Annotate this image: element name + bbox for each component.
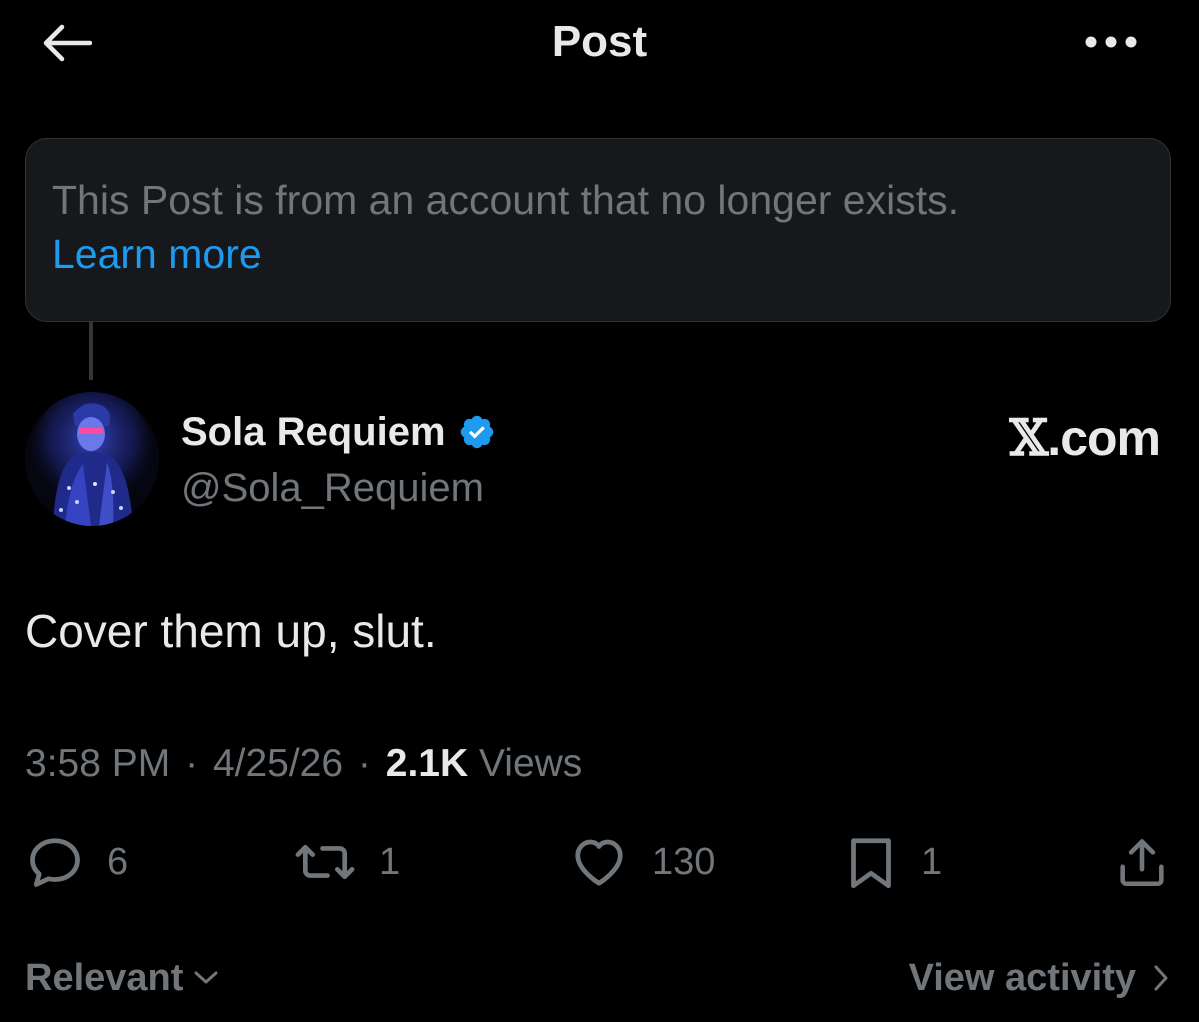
view-activity-label: View activity xyxy=(908,956,1136,999)
notice-text: This Post is from an account that no lon… xyxy=(52,177,959,223)
views-count[interactable]: 2.1K xyxy=(386,742,468,785)
like-button[interactable]: 130 xyxy=(568,830,715,894)
action-bar: 6 1 130 1 xyxy=(25,830,1171,894)
page-title: Post xyxy=(551,17,648,66)
author-display-name[interactable]: Sola Requiem xyxy=(181,410,446,455)
post-text: Cover them up, slut. xyxy=(25,605,437,657)
bookmark-button[interactable]: 1 xyxy=(843,830,942,894)
learn-more-link[interactable]: Learn more xyxy=(52,227,262,281)
view-activity-button[interactable]: View activity xyxy=(880,950,1170,1006)
author-name-row: Sola Requiem xyxy=(181,404,496,460)
reply-count: 6 xyxy=(107,840,129,883)
share-icon xyxy=(1120,839,1164,887)
avatar-image xyxy=(25,392,159,526)
repost-count: 1 xyxy=(379,840,401,883)
x-com-text: .com xyxy=(1047,410,1161,466)
reply-icon xyxy=(30,838,80,887)
more-dots-icon xyxy=(1085,36,1137,48)
post-meta: 3:58 PM · 4/25/26 · 2.1K Views xyxy=(25,738,582,790)
avatar[interactable] xyxy=(25,392,159,526)
bookmark-icon xyxy=(851,838,891,889)
meta-separator: · xyxy=(357,742,371,785)
heart-icon xyxy=(575,839,623,886)
author-handle[interactable]: @Sola_Requiem xyxy=(181,462,484,514)
meta-separator: · xyxy=(185,742,199,785)
repost-button[interactable]: 1 xyxy=(293,830,400,894)
x-logo-glyph: 𝕏 xyxy=(1009,408,1049,467)
verified-badge-icon xyxy=(460,415,493,449)
like-count: 130 xyxy=(652,840,716,883)
sort-label: Relevant xyxy=(25,956,184,999)
views-label: Views xyxy=(478,742,583,785)
share-button[interactable] xyxy=(1113,830,1171,894)
thread-connector-line xyxy=(89,322,93,380)
more-options-button[interactable] xyxy=(1076,24,1146,60)
deleted-account-notice: This Post is from an account that no lon… xyxy=(25,138,1171,322)
reply-sort-dropdown[interactable]: Relevant xyxy=(25,950,219,1006)
chevron-right-icon xyxy=(1154,965,1168,991)
reply-button[interactable]: 6 xyxy=(25,830,128,894)
bookmark-count: 1 xyxy=(921,840,943,883)
top-bar: Post xyxy=(0,0,1199,90)
post-time[interactable]: 3:58 PM xyxy=(25,742,170,785)
post-date[interactable]: 4/25/26 xyxy=(213,742,343,785)
chevron-down-icon xyxy=(194,971,218,984)
repost-icon xyxy=(295,844,355,880)
x-com-badge: 𝕏.com xyxy=(970,408,1161,468)
